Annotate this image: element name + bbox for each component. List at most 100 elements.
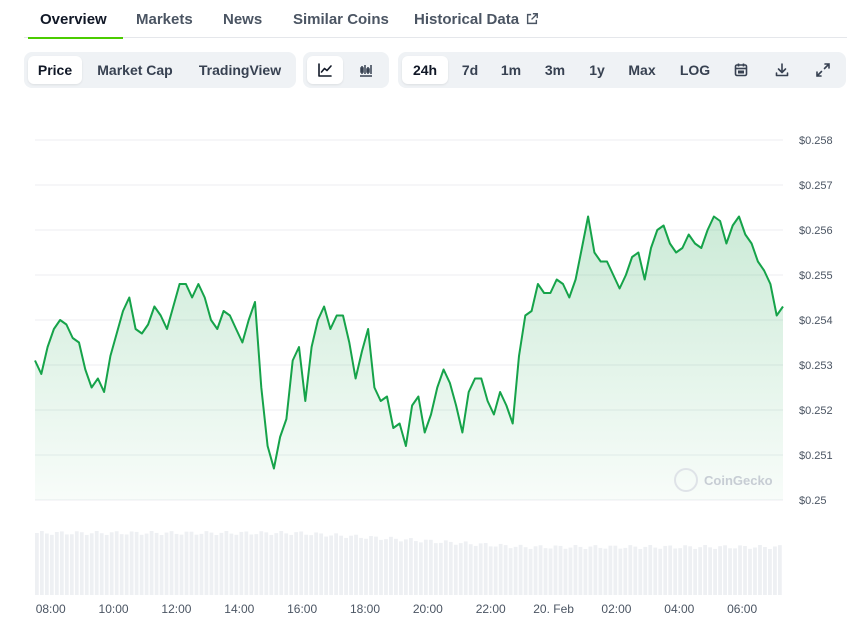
- volume-bar: [613, 545, 618, 595]
- volume-bar: [239, 531, 244, 595]
- price-point: [562, 283, 564, 285]
- volume-bar: [678, 548, 683, 595]
- y-tick-label: $0.258: [799, 135, 833, 147]
- range-1m-button[interactable]: 1m: [492, 56, 530, 84]
- price-point: [65, 324, 67, 326]
- tab-overview[interactable]: Overview: [28, 0, 123, 39]
- volume-bar: [638, 548, 643, 595]
- tab-label: Historical Data: [414, 10, 520, 28]
- price-point: [707, 229, 709, 231]
- volume-bar: [723, 545, 727, 595]
- x-tick-label: 22:00: [476, 602, 506, 616]
- volume-bar: [603, 548, 608, 595]
- fullscreen-button[interactable]: [806, 56, 840, 84]
- tab-markets[interactable]: Markets: [136, 0, 193, 38]
- price-point: [575, 279, 577, 281]
- volume-bar: [668, 545, 673, 595]
- range-24h-button[interactable]: 24h: [402, 56, 448, 84]
- price-point: [91, 387, 93, 389]
- y-tick-label: $0.251: [799, 450, 833, 462]
- price-point: [323, 306, 325, 308]
- price-point: [700, 247, 702, 249]
- price-point: [292, 360, 294, 362]
- range-1y-button[interactable]: 1y: [580, 56, 614, 84]
- volume-bar: [753, 547, 757, 595]
- price-point: [474, 378, 476, 380]
- volume-bar: [543, 548, 548, 595]
- volume-bar: [743, 546, 747, 595]
- volume-bar: [423, 539, 428, 595]
- price-point: [109, 355, 111, 357]
- x-tick-label: 10:00: [99, 602, 129, 616]
- volume-bar: [468, 544, 473, 595]
- tab-historical-data[interactable]: Historical Data: [414, 0, 539, 38]
- volume-bar: [488, 546, 493, 595]
- volume-bar: [384, 539, 388, 595]
- volume-bar: [498, 543, 503, 595]
- price-area: [35, 216, 783, 500]
- price-point: [568, 297, 570, 299]
- log-scale-button[interactable]: LOG: [670, 56, 720, 84]
- price-point: [141, 333, 143, 335]
- volume-bar: [458, 543, 463, 595]
- range-7d-button[interactable]: 7d: [452, 56, 488, 84]
- range-3m-button[interactable]: 3m: [534, 56, 576, 84]
- price-point: [254, 301, 256, 303]
- volume-bar: [533, 546, 538, 595]
- line-chart-button[interactable]: [307, 56, 343, 84]
- tradingview-button[interactable]: TradingView: [190, 56, 290, 84]
- price-point: [128, 297, 130, 299]
- candlestick-chart-icon: [360, 65, 372, 77]
- price-point: [97, 378, 99, 380]
- price-point: [241, 342, 243, 344]
- volume-bar: [154, 532, 159, 595]
- volume-bar: [199, 533, 204, 595]
- x-tick-label: 06:00: [727, 602, 757, 616]
- tab-label: Markets: [136, 10, 193, 28]
- calendar-button[interactable]: [724, 56, 758, 84]
- volume-bar: [249, 534, 254, 595]
- volume-bar: [204, 531, 209, 595]
- y-axis-labels: $0.258 $0.257 $0.256 $0.255 $0.254 $0.253 $0.2…: [799, 135, 833, 507]
- market-cap-view-button[interactable]: Market Cap: [88, 56, 182, 84]
- volume-bar: [658, 548, 663, 595]
- volume-bar: [453, 544, 458, 595]
- volume-bar: [44, 533, 49, 595]
- price-point: [512, 423, 514, 425]
- volume-bar: [209, 532, 214, 595]
- tab-similar-coins[interactable]: Similar Coins: [293, 0, 389, 38]
- volume-bar: [49, 534, 54, 595]
- price-point: [631, 256, 633, 258]
- volume-bar: [289, 534, 294, 595]
- price-chart[interactable]: $0.258 $0.257 $0.256 $0.255 $0.254 $0.253 $0.2…: [0, 120, 847, 620]
- price-view-button[interactable]: Price: [28, 56, 82, 84]
- price-point: [763, 270, 765, 272]
- volume-bar: [738, 545, 742, 595]
- price-point: [386, 396, 388, 398]
- fullscreen-icon: [816, 63, 830, 77]
- volume-bar: [139, 534, 144, 595]
- volume-bar: [39, 531, 44, 595]
- range-max-button[interactable]: Max: [618, 56, 666, 84]
- tab-news[interactable]: News: [223, 0, 262, 38]
- price-point: [361, 351, 363, 353]
- volume-bar: [259, 531, 264, 595]
- volume-bar: [194, 534, 199, 595]
- volume-bar: [404, 539, 408, 595]
- price-point: [380, 400, 382, 402]
- volume-bar: [104, 534, 109, 595]
- volume-bar: [478, 543, 483, 595]
- x-tick-label: 04:00: [664, 602, 694, 616]
- price-point: [411, 405, 413, 407]
- candlestick-chart-button[interactable]: [347, 56, 385, 84]
- price-point: [543, 292, 545, 294]
- download-button[interactable]: [765, 56, 799, 84]
- volume-bar: [663, 545, 668, 595]
- price-point: [593, 252, 595, 254]
- volume-bar: [184, 531, 189, 595]
- volume-bar: [528, 548, 533, 595]
- volume-bar: [334, 533, 338, 595]
- volume-bar: [324, 536, 329, 595]
- volume-bar: [174, 533, 179, 595]
- price-point: [443, 369, 445, 371]
